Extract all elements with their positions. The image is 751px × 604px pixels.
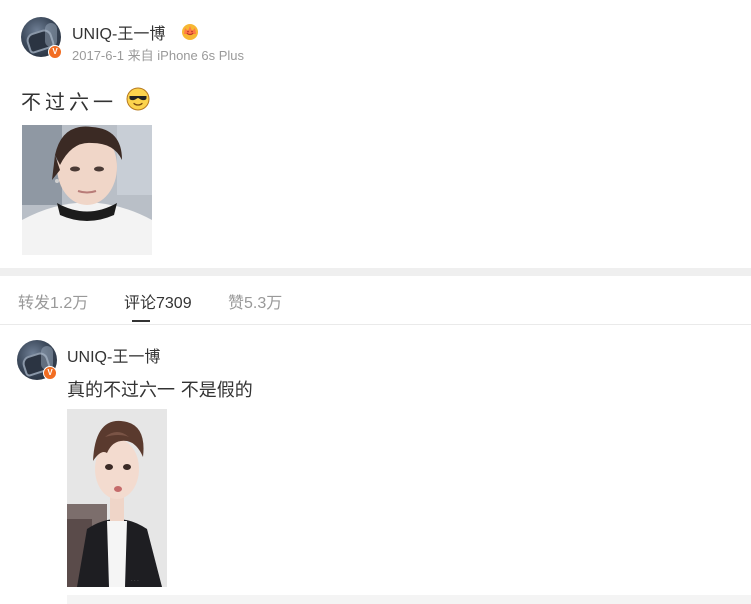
comment-author-name[interactable]: UNIQ-王一博	[67, 343, 160, 367]
verified-badge-icon: V	[43, 366, 57, 380]
comment-text: 真的不过六一 不是假的	[67, 380, 253, 401]
tab-comments[interactable]: 评论7309	[124, 289, 192, 313]
interaction-tabs: 转发1.2万 评论7309 赞5.3万	[0, 276, 751, 325]
post-image[interactable]	[22, 125, 152, 255]
post-author-name[interactable]: UNIQ-王一博	[72, 20, 165, 44]
post-meta: 2017-6-1 来自 iPhone 6s Plus	[72, 45, 244, 64]
tab-likes[interactable]: 赞5.3万	[228, 289, 282, 313]
crown-icon	[182, 24, 198, 40]
svg-text:· · ·: · · ·	[131, 578, 139, 584]
comment-item: V UNIQ-王一博 真的不过六一 不是假的 · · ·	[0, 326, 751, 604]
post-text: 不过六一	[21, 90, 117, 114]
post-source: 来自 iPhone 6s Plus	[127, 48, 245, 63]
sunglasses-emoji-icon	[126, 87, 150, 111]
tab-repost[interactable]: 转发1.2万	[18, 289, 88, 313]
comment-image[interactable]: · · ·	[67, 409, 167, 587]
section-divider	[0, 268, 751, 276]
active-tab-indicator	[132, 320, 150, 322]
comment-footer-bar	[67, 595, 751, 604]
weibo-post: V UNIQ-王一博 2017-6-1 来自 iPhone 6s Plus 不过…	[0, 0, 751, 268]
verified-badge-icon: V	[48, 45, 62, 59]
post-timestamp: 2017-6-1	[72, 48, 125, 63]
